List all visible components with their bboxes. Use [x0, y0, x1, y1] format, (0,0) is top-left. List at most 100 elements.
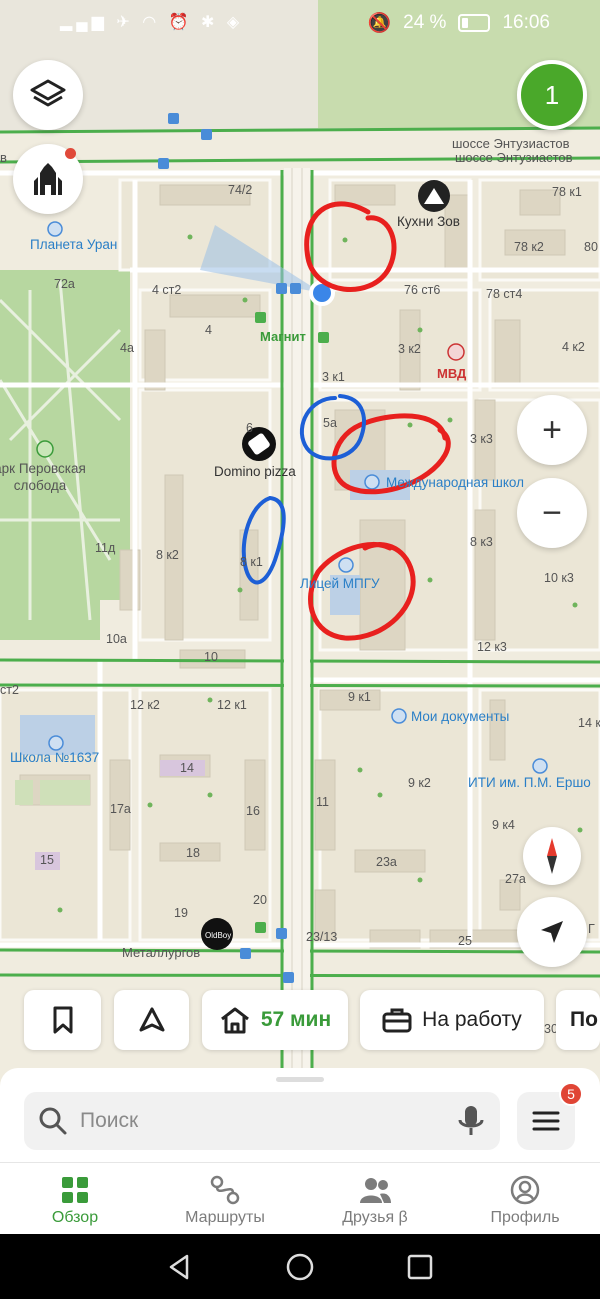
layers-button[interactable] [13, 60, 83, 130]
building-number: 23/13 [306, 930, 338, 944]
zoom-out-button[interactable]: − [517, 478, 587, 548]
bottom-tabs: Обзор Маршруты Друзья β Профиль [0, 1168, 600, 1234]
building-number: 18 [186, 846, 200, 860]
street-label-partial: в [0, 150, 7, 165]
building-number: 9 к2 [408, 776, 431, 790]
poi-licey-mpgu[interactable]: Лицей МПГУ [300, 576, 380, 591]
poi-mvd[interactable]: МВД [437, 366, 466, 381]
poi-kuhni-zov[interactable]: Кухни Зов [397, 214, 460, 229]
navigation-arrow-icon [541, 921, 563, 943]
tab-overview[interactable]: Обзор [0, 1168, 150, 1234]
tab-overview-label: Обзор [51, 1209, 99, 1226]
poi-magnit[interactable]: Магнит [260, 329, 306, 344]
divider [0, 1162, 600, 1163]
home-nav-icon[interactable] [285, 1252, 315, 1282]
clock: 16:06 [502, 12, 550, 33]
building-number: 14 [180, 761, 194, 775]
poi-iti[interactable]: ИТИ им. П.М. Ершо [468, 775, 591, 790]
street-label: Металлургов [122, 945, 201, 960]
system-navigation-bar [0, 1234, 600, 1299]
building-number: 8 к1 [240, 555, 263, 569]
poi-domino-pizza[interactable]: Domino pizza [214, 464, 296, 479]
building-number: 11 [316, 795, 329, 809]
bookmarks-chip[interactable] [24, 990, 101, 1050]
poi-moi-dokumenty[interactable]: Мои документы [411, 709, 509, 724]
navigator-chip[interactable] [114, 990, 189, 1050]
microphone-icon[interactable] [456, 1104, 486, 1138]
friends-icon [360, 1178, 391, 1203]
status-bar: ▂▄▆ ✈ ◠ ⏰ ✱ ◈ 🔕 24 % 16:06 [0, 0, 600, 46]
svg-text:OldBoy: OldBoy [205, 931, 231, 940]
menu-button[interactable]: 5 [517, 1082, 583, 1150]
sheet-handle[interactable] [276, 1077, 324, 1082]
routes-count-badge[interactable]: 1 [517, 60, 587, 130]
building-number: 72а [54, 277, 75, 291]
building-number: 78 ст4 [486, 287, 523, 301]
my-location-button[interactable] [517, 897, 587, 967]
map-view[interactable]: OldBoy шоссе Энтузиастов шоссе Энтузиаст… [0, 0, 600, 1080]
work-route-label: На работу [422, 1008, 522, 1031]
layers-icon [30, 79, 66, 107]
notification-dot [65, 148, 76, 159]
building-number: 4 ст2 [152, 283, 182, 297]
building-number: 3 к3 [470, 432, 493, 446]
compass-button[interactable] [523, 827, 581, 885]
building-number: 4 [205, 323, 212, 337]
building-number: 20 [253, 893, 267, 907]
search-placeholder: Поиск [80, 1109, 139, 1132]
signal-icons: ▂▄▆ ✈ ◠ ⏰ ✱ ◈ [60, 14, 244, 31]
building-number: Г [588, 922, 595, 936]
building-number: 15 [40, 853, 54, 867]
more-chip[interactable]: По [556, 990, 600, 1050]
poi-international-school[interactable]: Международная школ [386, 475, 524, 490]
grid-icon [62, 1177, 88, 1203]
home-route-chip[interactable]: 57 мин [202, 990, 348, 1050]
tab-friends-label: Друзья β [342, 1209, 408, 1226]
recents-icon[interactable] [405, 1252, 435, 1282]
battery-percent: 24 % [403, 12, 447, 33]
building-number: 9 к1 [348, 690, 371, 704]
kremlin-icon [34, 163, 62, 195]
building-number: 12 к1 [217, 698, 247, 712]
navigator-icon [139, 1007, 164, 1032]
building-number: 78 к1 [552, 185, 582, 199]
building-number: 19 [174, 906, 188, 920]
tab-routes-label: Маршруты [185, 1209, 265, 1226]
poi-shkola-1637[interactable]: Школа №1637 [10, 750, 99, 765]
tab-profile-label: Профиль [490, 1209, 560, 1226]
building-number: 23а [376, 855, 397, 869]
building-number: 76 ст6 [404, 283, 441, 297]
mute-icon: 🔕 [367, 13, 392, 34]
routes-icon [210, 1175, 240, 1205]
building-number: 8 к3 [470, 535, 493, 549]
search-icon [39, 1107, 67, 1135]
building-number: 10 к3 [544, 571, 574, 585]
tab-friends[interactable]: Друзья β [300, 1168, 450, 1234]
search-bar[interactable]: Поиск [24, 1092, 500, 1150]
battery-icon [458, 14, 491, 32]
building-number: 17а [110, 802, 131, 816]
building-number: 12 к2 [130, 698, 160, 712]
back-icon[interactable] [165, 1252, 195, 1282]
building-number: 11д [95, 541, 116, 555]
bottom-sheet: Поиск 5 Обзор Маршруты Друзья β Профиль [0, 1068, 600, 1234]
building-number: 10а [106, 632, 127, 646]
building-number: 9 к4 [492, 818, 515, 832]
building-number: 5а [323, 416, 337, 430]
building-number: 6 [246, 421, 253, 435]
building-number: 27а [505, 872, 526, 886]
building-number: 10 [204, 650, 218, 664]
building-number: 16 [246, 804, 260, 818]
building-number: 8 к2 [156, 548, 179, 562]
profile-icon [510, 1175, 540, 1205]
work-route-chip[interactable]: На работу [360, 990, 544, 1050]
building-number: 74/2 [228, 183, 253, 197]
tab-routes[interactable]: Маршруты [150, 1168, 300, 1234]
tab-profile[interactable]: Профиль [450, 1168, 600, 1234]
poi-planeta-uran[interactable]: Планета Уран [30, 237, 117, 252]
street-label: шоссе Энтузиастов [455, 150, 573, 165]
compass-icon [547, 838, 557, 874]
building-number: 4 к2 [562, 340, 585, 354]
city-button[interactable] [13, 144, 83, 214]
zoom-in-button[interactable]: + [517, 395, 587, 465]
